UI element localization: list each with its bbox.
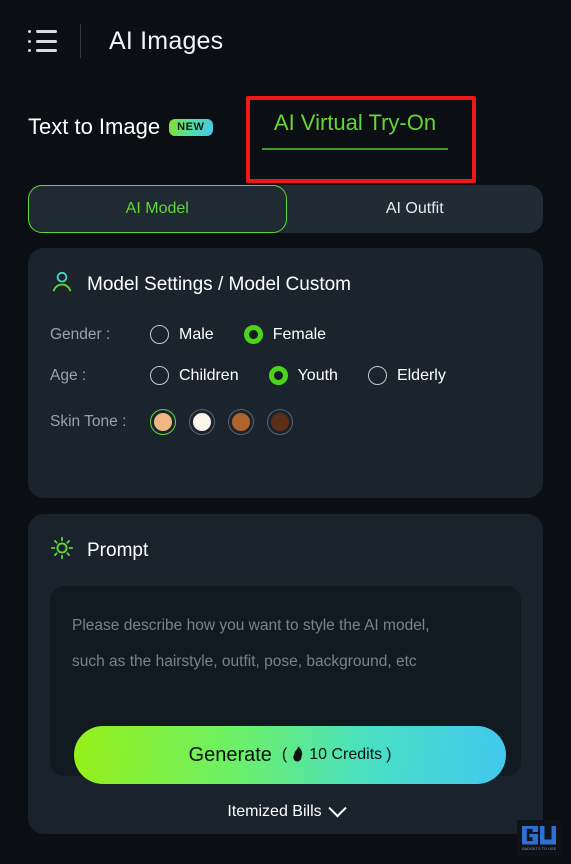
model-settings-header: Model Settings / Model Custom — [28, 248, 543, 299]
menu-line — [36, 30, 57, 33]
radio-selected-icon — [243, 325, 263, 344]
top-bar: AI Images — [0, 0, 571, 82]
menu-dot — [28, 30, 31, 33]
tab-ai-model[interactable]: AI Model — [28, 185, 287, 233]
watermark-logo — [522, 825, 556, 845]
gender-option-female-label: Female — [272, 325, 327, 343]
credits-text: 10 Credits — [309, 746, 383, 763]
age-option-youth[interactable]: Youth — [268, 366, 338, 385]
credits-close-paren: ) — [386, 746, 392, 763]
skin-tone-light-tan[interactable] — [150, 409, 176, 435]
tab-text-to-image-label: Text to Image — [28, 114, 161, 139]
gender-radio-group: Male Female — [150, 325, 356, 344]
tab-ai-outfit-label: AI Outfit — [385, 200, 444, 217]
skin-tone-pale-cream[interactable] — [189, 409, 215, 435]
age-label: Age : — [50, 366, 87, 384]
menu-line — [36, 39, 57, 43]
gender-option-male-label: Male — [179, 325, 214, 343]
mode-tab-bar: AI Model AI Outfit — [28, 185, 543, 233]
swatch-color — [193, 413, 211, 431]
tab-ai-model-label: AI Model — [125, 200, 189, 217]
list-menu-icon[interactable] — [28, 28, 58, 54]
age-option-elderly-label: Elderly — [396, 366, 446, 384]
itemized-bills-toggle[interactable]: Itemized Bills — [0, 798, 571, 821]
tab-text-to-image[interactable]: Text to Image NEW — [28, 114, 213, 140]
swatch-color — [271, 413, 289, 431]
age-option-youth-label: Youth — [297, 366, 338, 384]
menu-dot — [28, 39, 31, 43]
model-settings-title: Model Settings / Model Custom — [87, 273, 352, 295]
watermark-letter-g — [522, 825, 538, 845]
gender-label: Gender : — [50, 325, 111, 343]
swatch-color — [154, 413, 172, 431]
menu-row — [28, 49, 58, 52]
flame-icon — [291, 745, 305, 765]
age-option-children[interactable]: Children — [150, 366, 239, 385]
skin-tone-medium-brown[interactable] — [228, 409, 254, 435]
generate-button[interactable]: Generate ( 10 Credits ) — [74, 726, 506, 784]
radio-unselected-icon — [150, 325, 169, 344]
section-tabs: Text to Image NEW AI Virtual Try-On — [0, 100, 571, 170]
generate-button-label: Generate — [188, 743, 272, 766]
sun-brightness-icon — [50, 536, 74, 565]
age-row: Age : Children Youth Elderly — [28, 366, 543, 385]
new-badge: NEW — [169, 118, 213, 136]
skin-tone-dark-brown[interactable] — [267, 409, 293, 435]
tab-ai-outfit[interactable]: AI Outfit — [287, 185, 544, 233]
tab-ai-virtual-try-on-label: AI Virtual Try-On — [273, 110, 437, 135]
tab-ai-virtual-try-on[interactable]: AI Virtual Try-On — [262, 110, 448, 150]
age-radio-group: Children Youth Elderly — [150, 366, 476, 385]
prompt-header: Prompt — [28, 514, 543, 565]
person-icon — [50, 270, 74, 299]
gender-option-female[interactable]: Female — [243, 325, 327, 344]
menu-line — [36, 49, 57, 52]
prompt-title: Prompt — [87, 539, 149, 561]
prompt-card: Prompt Please describe how you want to s… — [28, 514, 543, 834]
radio-unselected-icon — [367, 366, 387, 385]
skin-tone-swatches — [150, 409, 293, 435]
ai-images-screen: AI Images Text to Image NEW AI Virtual T… — [0, 0, 571, 864]
generate-credits: ( 10 Credits ) — [281, 745, 392, 765]
model-settings-card: Model Settings / Model Custom Gender : M… — [28, 248, 543, 498]
age-option-children-label: Children — [179, 366, 239, 384]
itemized-bills-label: Itemized Bills — [227, 803, 322, 820]
swatch-color — [232, 413, 250, 431]
watermark-letter-u — [540, 825, 556, 845]
page-title: AI Images — [109, 26, 224, 55]
skin-tone-label: Skin Tone : — [50, 413, 127, 430]
gender-row: Gender : Male Female — [28, 325, 543, 344]
watermark-caption: GADGETS TO USE — [521, 846, 557, 851]
menu-dot — [28, 49, 31, 52]
menu-row — [28, 30, 58, 33]
prompt-placeholder-line-1: Please describe how you want to style th… — [72, 617, 430, 634]
skin-tone-row: Skin Tone : — [28, 409, 543, 435]
radio-unselected-icon — [150, 366, 169, 385]
watermark: GADGETS TO USE — [517, 820, 561, 856]
gender-option-male[interactable]: Male — [150, 325, 214, 344]
age-option-elderly[interactable]: Elderly — [367, 366, 446, 385]
header-divider — [80, 24, 81, 58]
menu-row — [28, 39, 58, 43]
prompt-placeholder-line-2: such as the hairstyle, outfit, pose, bac… — [72, 653, 417, 670]
radio-selected-icon — [268, 366, 288, 385]
active-tab-underline — [262, 148, 448, 150]
credits-open-paren: ( — [281, 746, 288, 763]
